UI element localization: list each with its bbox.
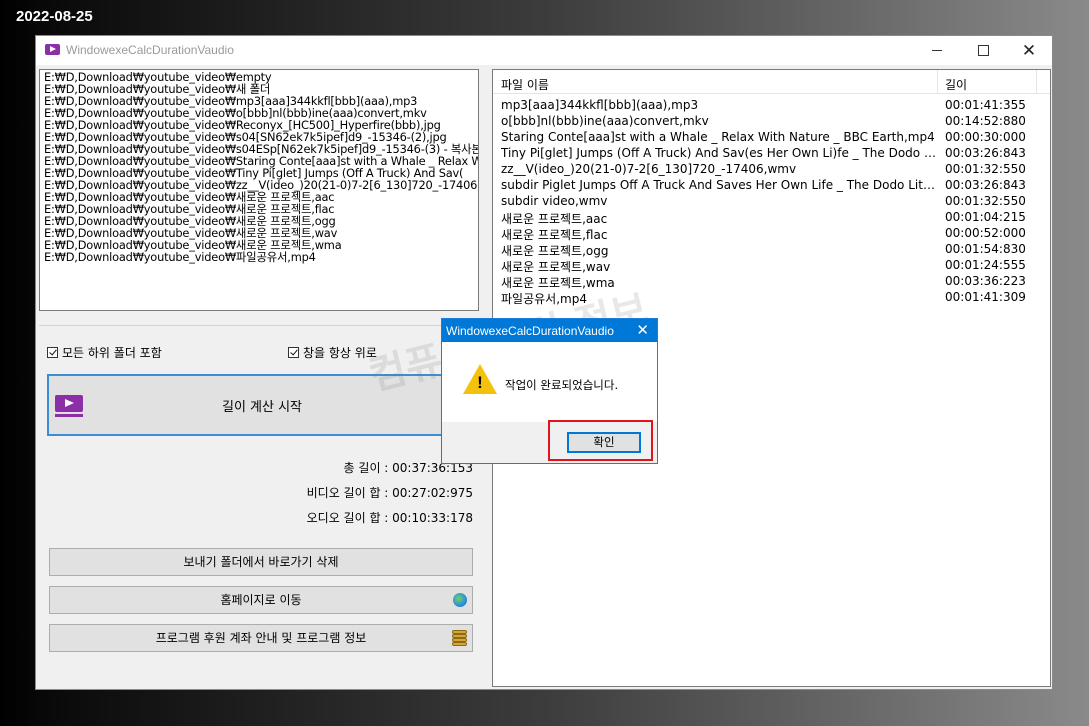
table-header: 파일 이름 길이 (493, 70, 1050, 94)
path-list-item[interactable]: E:₩D,Download₩youtube_video₩파일공유서,mp4 (44, 251, 478, 263)
close-icon: ✕ (1021, 40, 1037, 61)
column-header-length[interactable]: 길이 (945, 76, 967, 93)
file-name-cell: Staring Conte[aaa]st with a Whale _ Rela… (501, 130, 935, 144)
completion-dialog: WindowexeCalcDurationVaudio ✕ ! 작업이 완료되었… (441, 318, 658, 464)
file-name-cell: subdir video,wmv (501, 194, 608, 208)
start-calculation-button[interactable]: 길이 계산 시작 (47, 374, 477, 436)
table-row[interactable]: 새로운 프로젝트,ogg 00:01:54:830 (493, 241, 1050, 258)
table-row[interactable]: 새로운 프로젝트,wav 00:01:24:555 (493, 257, 1050, 274)
table-row[interactable]: 새로운 프로젝트,aac 00:01:04:215 (493, 209, 1050, 226)
homepage-label: 홈페이지로 이동 (220, 593, 302, 607)
minimize-button[interactable] (914, 36, 960, 65)
dialog-title-bar: WindowexeCalcDurationVaudio ✕ (442, 319, 657, 342)
donate-info-button[interactable]: 프로그램 후원 계좌 안내 및 프로그램 정보 (49, 624, 473, 652)
file-length-cell: 00:14:52:880 (945, 114, 1026, 128)
file-length-cell: 00:03:26:843 (945, 146, 1026, 160)
donate-info-label: 프로그램 후원 계좌 안내 및 프로그램 정보 (155, 631, 367, 645)
file-name-cell: zz__V(ideo_)20(21-0)7-2[6_130]720_-17406… (501, 162, 797, 176)
warning-mark: ! (477, 373, 483, 392)
table-row[interactable]: Staring Conte[aaa]st with a Whale _ Rela… (493, 129, 1050, 145)
title-bar: WindowexeCalcDurationVaudio ✕ (36, 36, 1052, 65)
file-length-cell: 00:01:41:355 (945, 98, 1026, 112)
always-on-top-label: 창을 항상 위로 (303, 346, 377, 360)
start-calculation-label: 길이 계산 시작 (221, 400, 303, 415)
column-header-filename[interactable]: 파일 이름 (501, 76, 549, 93)
date-stamp: 2022-08-25 (16, 8, 93, 25)
table-row[interactable]: 새로운 프로젝트,flac 00:00:52:000 (493, 225, 1050, 242)
file-name-cell: subdir Piglet Jumps Off A Truck And Save… (501, 178, 937, 192)
ok-button[interactable]: 확인 (567, 432, 641, 453)
app-icon (45, 44, 60, 55)
file-name-cell: Tiny Pi[glet] Jumps (Off A Truck) And Sa… (501, 146, 937, 160)
file-name-cell: o[bbb]nl(bbb)ine(aaa)convert,mkv (501, 114, 709, 128)
table-row[interactable]: 파일공유서,mp4 00:01:41:309 (493, 289, 1050, 306)
include-subfolders-label: 모든 하위 폴더 포함 (62, 346, 162, 360)
delete-shortcut-label: 보내기 폴더에서 바로가기 삭제 (183, 555, 339, 569)
file-length-cell: 00:00:52:000 (945, 226, 1026, 240)
file-length-cell: 00:01:32:550 (945, 194, 1026, 208)
checkbox-checked-icon (47, 347, 58, 358)
close-button[interactable]: ✕ (1006, 36, 1052, 65)
maximize-icon (977, 45, 989, 56)
table-row[interactable]: subdir Piglet Jumps Off A Truck And Save… (493, 177, 1050, 193)
file-length-cell: 00:01:41:309 (945, 290, 1026, 304)
file-name-cell: mp3[aaa]344kkfl[bbb](aaa),mp3 (501, 98, 699, 112)
window-title: WindowexeCalcDurationVaudio (66, 43, 234, 57)
table-row[interactable]: zz__V(ideo_)20(21-0)7-2[6_130]720_-17406… (493, 161, 1050, 177)
include-subfolders-checkbox[interactable]: 모든 하위 폴더 포함 (47, 344, 162, 361)
table-body: mp3[aaa]344kkfl[bbb](aaa),mp3 00:01:41:35… (493, 94, 1050, 306)
dialog-message: 작업이 완료되었습니다. (505, 378, 619, 392)
dialog-body: ! 작업이 완료되었습니다. (442, 342, 657, 422)
table-row[interactable]: subdir video,wmv 00:01:32:550 (493, 193, 1050, 209)
file-length-cell: 00:01:54:830 (945, 242, 1026, 256)
always-on-top-checkbox[interactable]: 창을 항상 위로 (288, 344, 377, 361)
video-length-sum: 비디오 길이 합 : 00:27:02:975 (306, 486, 473, 500)
file-length-cell: 00:00:30:000 (945, 130, 1026, 144)
coins-icon (452, 630, 467, 646)
maximize-button[interactable] (960, 36, 1006, 65)
file-length-cell: 00:03:26:843 (945, 178, 1026, 192)
file-length-cell: 00:01:32:550 (945, 162, 1026, 176)
homepage-button[interactable]: 홈페이지로 이동 (49, 586, 473, 614)
table-row[interactable]: o[bbb]nl(bbb)ine(aaa)convert,mkv 00:14:52… (493, 113, 1050, 129)
delete-shortcut-button[interactable]: 보내기 폴더에서 바로가기 삭제 (49, 548, 473, 576)
file-name-cell: 파일공유서,mp4 (501, 292, 587, 306)
checkbox-checked-icon (288, 347, 299, 358)
file-length-cell: 00:03:36:223 (945, 274, 1026, 288)
table-row[interactable]: 새로운 프로젝트,wma 00:03:36:223 (493, 273, 1050, 290)
globe-icon (453, 593, 467, 607)
minimize-icon (932, 50, 942, 51)
left-panel: 모든 하위 폴더 포함 창을 항상 위로 길이 계산 시작 총 길이 : 00:… (39, 325, 479, 671)
audio-length-sum: 오디오 길이 합 : 00:10:33:178 (306, 511, 473, 525)
table-row[interactable]: Tiny Pi[glet] Jumps (Off A Truck) And Sa… (493, 145, 1050, 161)
dialog-close-icon[interactable]: ✕ (636, 321, 649, 339)
dialog-title: WindowexeCalcDurationVaudio (446, 324, 614, 338)
path-list[interactable]: E:₩D,Download₩youtube_video₩empty E:₩D,Do… (39, 69, 479, 311)
file-length-cell: 00:01:04:215 (945, 210, 1026, 224)
table-row[interactable]: mp3[aaa]344kkfl[bbb](aaa),mp3 00:01:41:35… (493, 97, 1050, 113)
file-length-cell: 00:01:24:555 (945, 258, 1026, 272)
